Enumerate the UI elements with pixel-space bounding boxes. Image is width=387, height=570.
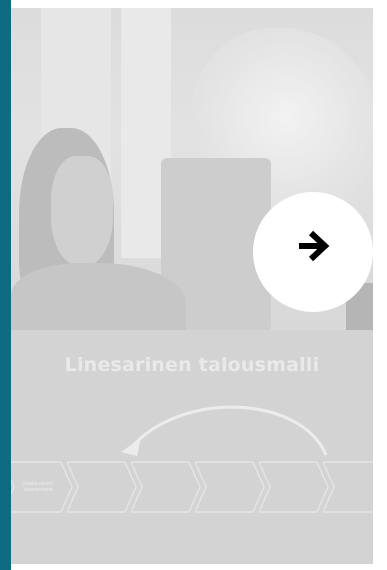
- process-step: [195, 461, 265, 513]
- arrow-right-icon: [299, 230, 330, 262]
- process-step: [259, 461, 329, 513]
- accent-bar: [0, 0, 11, 570]
- process-steps: Raaka-aineet luonnonvarat: [11, 461, 373, 513]
- process-step: [323, 461, 373, 513]
- cycle-arrow-icon: [121, 405, 328, 456]
- process-step: [67, 461, 137, 513]
- next-button[interactable]: [253, 192, 373, 312]
- diagram-title: Linesarinen talousmalli: [64, 354, 320, 376]
- process-step: Raaka-aineet luonnonvarat: [11, 461, 73, 513]
- process-step: [131, 461, 201, 513]
